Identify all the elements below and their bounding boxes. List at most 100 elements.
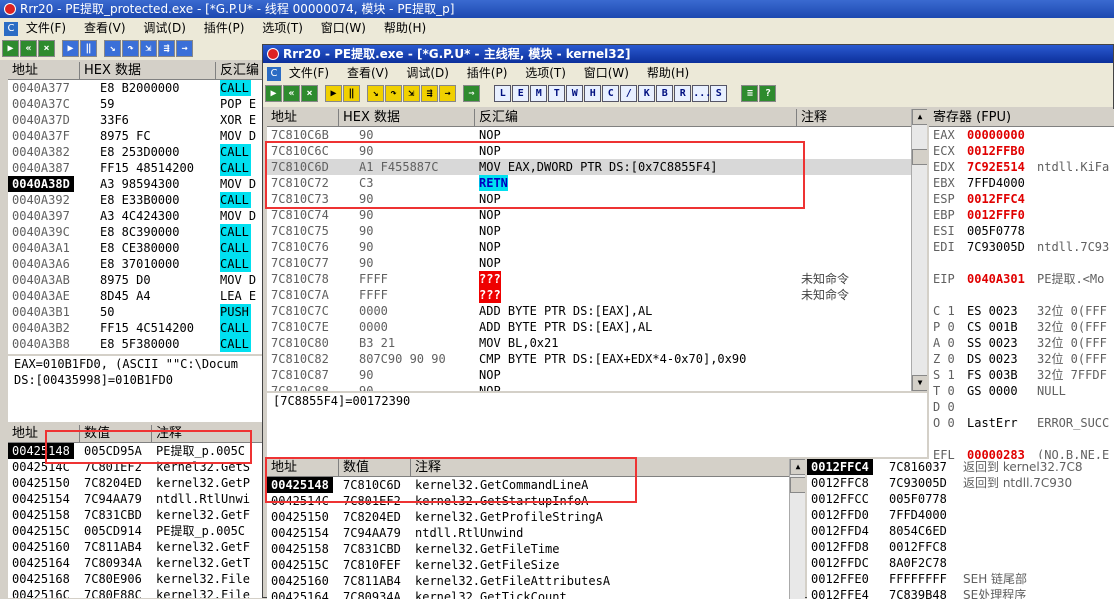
dump-row[interactable]: 00425154 7C94AA79 ntdll.RtlUnwind (267, 525, 805, 541)
register-row[interactable]: EBX 7FFD4000 (929, 175, 1114, 191)
menu-file[interactable]: 文件(F) (289, 66, 329, 80)
col-hex[interactable]: HEX 数据 (80, 62, 216, 80)
menu-options[interactable]: 选项(T) (525, 66, 566, 80)
col-address[interactable]: 地址 (267, 459, 339, 477)
disasm-row[interactable]: 7C810C7C 0000 ADD BYTE PTR DS:[EAX],AL (267, 303, 927, 319)
window-button-0[interactable]: L (494, 85, 512, 102)
window-button-7[interactable]: / (620, 85, 638, 102)
disasm-row[interactable]: 0040A3AB 8975 D0 MOV D (8, 272, 264, 288)
run-icon[interactable]: ▶ (325, 85, 342, 102)
stack-row[interactable]: 0012FFCC 005F0778 (807, 491, 1114, 507)
menu-view[interactable]: 查看(V) (84, 21, 126, 35)
disasm-row[interactable]: 0040A37D 33F6 XOR E (8, 112, 264, 128)
execute-till-return-icon[interactable]: → (176, 40, 193, 57)
disasm-row[interactable]: 0040A377 E8 B2000000 CALL (8, 80, 264, 96)
register-row[interactable] (929, 287, 1114, 303)
menu-plugins[interactable]: 插件(P) (467, 66, 508, 80)
register-row[interactable]: EIP 0040A301 PE提取.<Mo (929, 271, 1114, 287)
window-button-8[interactable]: K (638, 85, 656, 102)
disasm-row[interactable]: 0040A37F 8975 FC MOV D (8, 128, 264, 144)
col-address[interactable]: 地址 (8, 62, 80, 80)
register-row[interactable]: ECX 0012FFB0 (929, 143, 1114, 159)
register-row[interactable]: O 0 LastErr ERROR_SUCC (929, 415, 1114, 431)
open-icon[interactable]: ▶ (2, 40, 19, 57)
register-row[interactable] (929, 255, 1114, 271)
register-row[interactable]: C 1 ES 0023 32位 0(FFF (929, 303, 1114, 319)
menu-file[interactable]: 文件(F) (26, 21, 66, 35)
register-row[interactable]: EAX 00000000 (929, 127, 1114, 143)
disasm-row[interactable]: 0040A392 E8 E33B0000 CALL (8, 192, 264, 208)
disasm-row[interactable]: 7C810C6D A1 F455887C MOV EAX,DWORD PTR DS:… (267, 159, 927, 175)
disasm-row[interactable]: 0040A3A6 E8 37010000 CALL (8, 256, 264, 272)
help-icon[interactable]: ? (759, 85, 777, 102)
dump-row[interactable]: 00425150 7C8204ED kernel32.GetP (8, 475, 264, 491)
window-button-2[interactable]: M (530, 85, 548, 102)
dump-row[interactable]: 0042515C 005CD914 PE提取_p.005C (8, 523, 264, 539)
register-row[interactable]: ESP 0012FFC4 (929, 191, 1114, 207)
disasm-row[interactable]: 7C810C73 90 NOP (267, 191, 927, 207)
disasm-row[interactable]: 0040A38D A3 98594300 MOV D (8, 176, 264, 192)
dump-row[interactable]: 00425148 7C810C6D kernel32.GetCommandLineA (267, 477, 805, 493)
stack-row[interactable]: 0012FFC8 7C93005D 返回到 ntdll.7C930 (807, 475, 1114, 491)
menu-options[interactable]: 选项(T) (262, 21, 303, 35)
stack-row[interactable]: 0012FFE0 FFFFFFFF SEH 链尾部 (807, 571, 1114, 587)
registers-title[interactable]: 寄存器 (FPU) (929, 109, 1114, 127)
trace-into-icon[interactable]: ⇲ (140, 40, 157, 57)
col-comment[interactable]: 注释 (411, 459, 805, 477)
execute-till-return-icon[interactable]: → (439, 85, 456, 102)
col-value[interactable]: 数值 (80, 425, 152, 443)
step-into-icon[interactable]: ↘ (104, 40, 121, 57)
stack-row[interactable]: 0012FFC4 7C816037 返回到 kernel32.7C8 (807, 459, 1114, 475)
disasm-row[interactable]: 7C810C75 90 NOP (267, 223, 927, 239)
dump-row[interactable]: 00425148 005CD95A PE提取_p.005C (8, 443, 264, 459)
disasm-row[interactable]: 7C810C6B 90 NOP (267, 127, 927, 143)
register-row[interactable]: EDX 7C92E514 ntdll.KiFa (929, 159, 1114, 175)
window-button-11[interactable]: ... (692, 85, 711, 102)
window-button-5[interactable]: H (584, 85, 602, 102)
dump-row[interactable]: 00425158 7C831CBD kernel32.GetFileTime (267, 541, 805, 557)
list-icon[interactable]: ≡ (741, 85, 759, 102)
register-row[interactable]: EFL 00000283 (NO,B,NE,E (929, 447, 1114, 459)
menu-help[interactable]: 帮助(H) (647, 66, 689, 80)
restart-icon[interactable]: « (283, 85, 300, 102)
step-over-icon[interactable]: ↷ (385, 85, 402, 102)
pause-icon[interactable]: ‖ (343, 85, 360, 102)
dump-row[interactable]: 0042514C 7C801EF2 kernel32.GetStartupInfoA (267, 493, 805, 509)
window-button-3[interactable]: T (548, 85, 566, 102)
window-button-6[interactable]: C (602, 85, 620, 102)
window-button-12[interactable]: S (710, 85, 728, 102)
disasm-row[interactable]: 0040A382 E8 253D0000 CALL (8, 144, 264, 160)
disasm-row[interactable]: 7C810C82 807C90 90 90 CMP BYTE PTR DS:[EAX… (267, 351, 927, 367)
register-row[interactable]: EDI 7C93005D ntdll.7C93 (929, 239, 1114, 255)
col-comment[interactable]: 注释 (797, 109, 927, 127)
disasm-row[interactable]: 7C810C7A FFFF??? 未知命令 (267, 287, 927, 303)
menu-window[interactable]: 窗口(W) (584, 66, 629, 80)
disasm-row[interactable]: 7C810C76 90 NOP (267, 239, 927, 255)
dump-row[interactable]: 00425158 7C831CBD kernel32.GetF (8, 507, 264, 523)
menu-view[interactable]: 查看(V) (347, 66, 389, 80)
scroll-up-icon[interactable]: ▲ (912, 109, 927, 125)
dump-row[interactable]: 00425160 7C811AB4 kernel32.GetF (8, 539, 264, 555)
menu-plugins[interactable]: 插件(P) (204, 21, 245, 35)
col-disasm[interactable]: 反汇编 (475, 109, 797, 127)
register-row[interactable]: S 1 FS 003B 32位 7FFDF (929, 367, 1114, 383)
trace-into-icon[interactable]: ⇲ (403, 85, 420, 102)
run-icon[interactable]: ▶ (62, 40, 79, 57)
disasm-row[interactable]: 0040A3AE 8D45 A4 LEA E (8, 288, 264, 304)
disasm-row[interactable]: 0040A3B8 E8 5F380000 CALL (8, 336, 264, 352)
window-control-icon[interactable]: C (267, 66, 281, 81)
menu-debug[interactable]: 调试(D) (143, 21, 186, 35)
close-icon[interactable]: × (301, 85, 318, 102)
register-row[interactable]: P 0 CS 001B 32位 0(FFF (929, 319, 1114, 335)
window-button-10[interactable]: R (674, 85, 692, 102)
disasm-row[interactable]: 7C810C80 B3 21 MOV BL,0x21 (267, 335, 927, 351)
step-into-icon[interactable]: ↘ (367, 85, 384, 102)
menu-help[interactable]: 帮助(H) (384, 21, 426, 35)
stack-row[interactable]: 0012FFD4 8054C6ED (807, 523, 1114, 539)
scroll-thumb[interactable] (790, 477, 805, 493)
col-hex[interactable]: HEX 数据 (339, 109, 475, 127)
stack-row[interactable]: 0012FFD0 7FFD4000 (807, 507, 1114, 523)
disasm-row[interactable]: 0040A3B1 50 PUSH (8, 304, 264, 320)
menu-window[interactable]: 窗口(W) (321, 21, 366, 35)
window-button-9[interactable]: B (656, 85, 674, 102)
